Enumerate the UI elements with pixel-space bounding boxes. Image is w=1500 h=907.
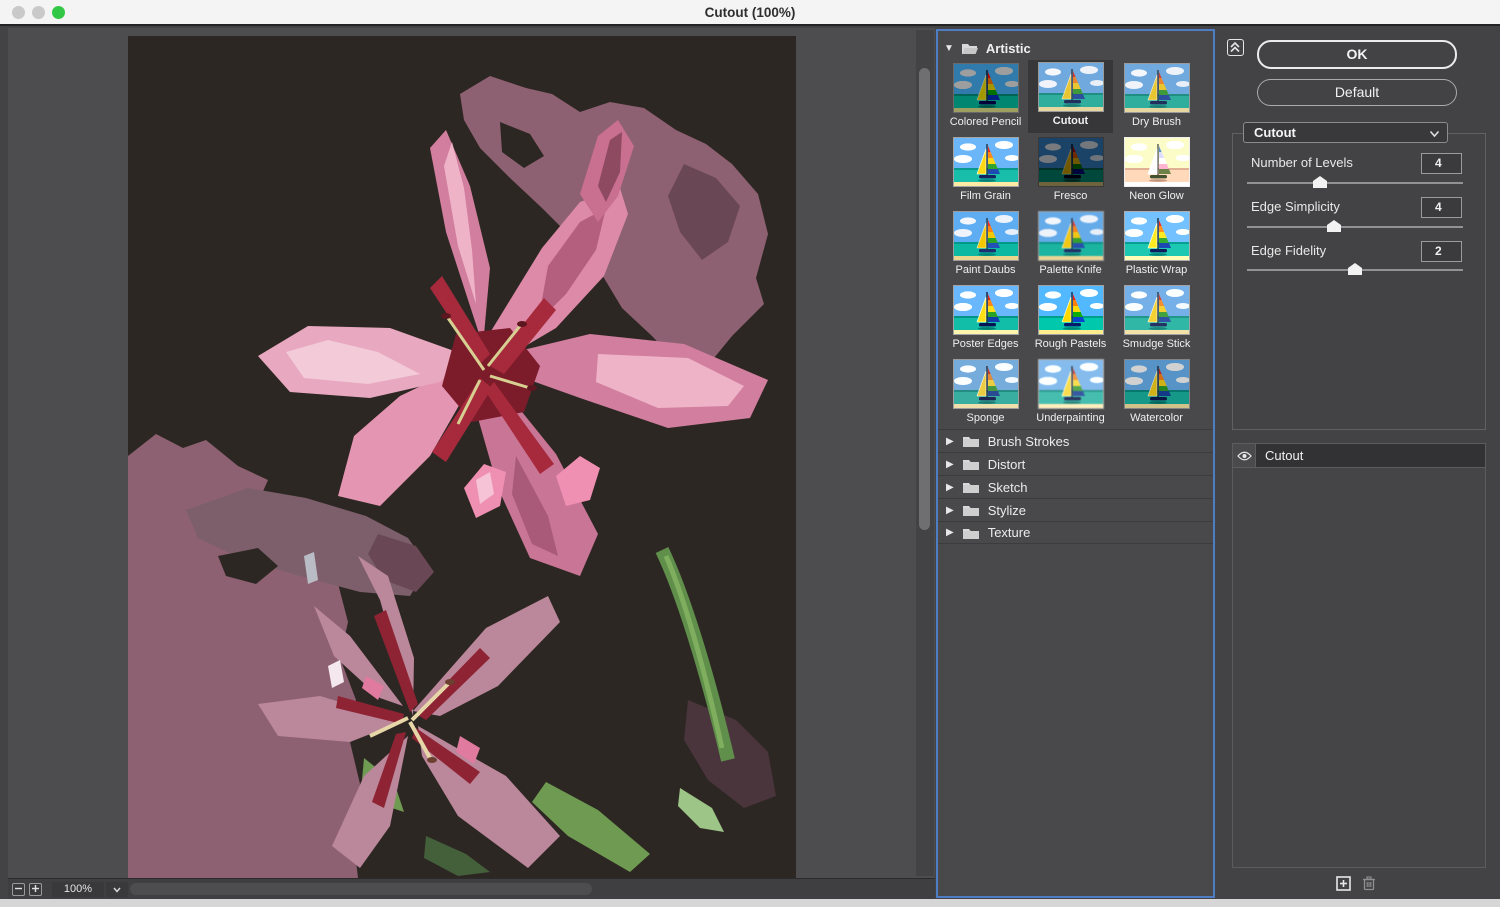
plus-square-icon [1336,876,1351,891]
number-of-levels-slider[interactable] [1247,182,1463,184]
filter-thumbnail-underpainting[interactable]: Underpainting [1028,357,1113,430]
chevron-right-icon: ▶ [946,527,954,538]
zoom-out-button[interactable] [12,883,25,896]
preview-status-bar: 100% [8,878,935,899]
number-of-levels-value[interactable]: 4 [1421,153,1462,174]
filter-thumbnail-image [1038,211,1104,261]
ok-button[interactable]: OK [1257,40,1457,69]
filter-thumbnail-smudge-stick[interactable]: Smudge Stick [1114,283,1199,356]
collapse-panel-button[interactable] [1227,39,1244,56]
category-brush-strokes[interactable]: ▶ Brush Strokes [938,429,1213,452]
filter-thumbnail-image [953,211,1019,261]
zoom-level-value[interactable]: 100% [52,882,104,897]
filter-thumbnail-image [1038,137,1104,187]
title-bar: Cutout (100%) [0,0,1500,26]
filter-thumbnail-colored-pencil[interactable]: Colored Pencil [943,61,1028,134]
filter-thumbnail-image [953,359,1019,409]
edge-simplicity-slider[interactable] [1247,226,1463,228]
filter-thumbnail-paint-daubs[interactable]: Paint Daubs [943,209,1028,282]
zoom-level-dropdown[interactable] [106,882,128,897]
chevron-down-icon [106,882,128,897]
filter-settings-groupbox [1232,133,1486,430]
category-stylize[interactable]: ▶ Stylize [938,498,1213,521]
folder-icon [962,503,980,517]
chevron-down-icon [1429,130,1440,138]
filter-thumbnail-image [1124,211,1190,261]
filter-thumbnail-dry-brush[interactable]: Dry Brush [1114,61,1199,134]
vertical-scrollbar[interactable] [916,30,934,876]
filter-thumbnail-image [953,285,1019,335]
edge-fidelity-label: Edge Fidelity [1251,243,1326,258]
filter-thumbnail-image [1038,359,1104,409]
category-label: Artistic [986,41,1031,56]
minus-icon [14,884,23,893]
chevron-right-icon: ▶ [946,436,954,447]
layer-visibility-toggle[interactable] [1233,444,1256,468]
chevron-down-icon: ▼ [944,43,954,54]
category-sketch[interactable]: ▶ Sketch [938,475,1213,498]
filter-thumbnail-image [1124,285,1190,335]
filter-thumbnail-image [1124,137,1190,187]
trash-icon [1361,875,1377,891]
folder-icon [962,457,980,471]
edge-fidelity-value[interactable]: 2 [1421,241,1462,262]
new-effect-layer-button[interactable] [1336,876,1351,896]
horizontal-scrollbar-thumb[interactable] [130,883,592,895]
folder-icon [962,434,980,448]
filter-thumbnail-plastic-wrap[interactable]: Plastic Wrap [1114,209,1199,282]
window-bottom-edge [0,899,1500,907]
filter-thumbnail-cutout-selected[interactable]: Cutout [1028,60,1113,133]
zoom-in-button[interactable] [29,883,42,896]
edge-simplicity-label: Edge Simplicity [1251,199,1340,214]
default-button[interactable]: Default [1257,79,1457,106]
filter-thumbnail-poster-edges[interactable]: Poster Edges [943,283,1028,356]
filter-thumbnail-image [1124,63,1190,113]
filter-select-dropdown[interactable]: Cutout [1243,122,1448,143]
chevron-right-icon: ▶ [946,505,954,516]
filter-thumbnail-image [1038,62,1104,112]
category-artistic[interactable]: ▼ Artistic [944,39,1031,57]
category-texture[interactable]: ▶ Texture [938,521,1213,544]
filter-thumbnail-watercolor[interactable]: Watercolor [1114,357,1199,430]
filter-gallery-panel: ▼ Artistic Colored Pencil Cutout Dry Bru… [936,29,1215,898]
category-distort[interactable]: ▶ Distort [938,452,1213,475]
filter-thumbnail-fresco[interactable]: Fresco [1028,135,1113,208]
delete-effect-layer-button[interactable] [1361,875,1377,896]
window-title: Cutout (100%) [0,5,1500,20]
plus-icon [31,884,40,893]
filter-thumbnail-film-grain[interactable]: Film Grain [943,135,1028,208]
edge-simplicity-value[interactable]: 4 [1421,197,1462,218]
filter-thumbnail-image [953,137,1019,187]
folder-open-icon [961,41,979,55]
number-of-levels-label: Number of Levels [1251,155,1353,170]
filter-thumbnail-sponge[interactable]: Sponge [943,357,1028,430]
filter-thumbnail-image [1124,359,1190,409]
eye-icon [1237,451,1252,461]
vertical-scrollbar-thumb[interactable] [919,68,930,530]
filter-thumbnail-rough-pastels[interactable]: Rough Pastels [1028,283,1113,356]
effect-layer-row[interactable]: Cutout [1256,444,1485,468]
chevron-right-icon: ▶ [946,459,954,470]
filter-select-value: Cutout [1254,125,1296,140]
chevron-right-icon: ▶ [946,482,954,493]
filter-thumbnail-image [1038,285,1104,335]
preview-pane: 100% [8,28,935,899]
folder-icon [962,526,980,540]
filter-thumbnail-image [953,63,1019,113]
folder-icon [962,480,980,494]
filter-thumbnail-palette-knife[interactable]: Palette Knife [1028,209,1113,282]
double-chevron-up-icon [1228,40,1242,54]
preview-image[interactable] [128,36,796,878]
filter-thumbnail-neon-glow[interactable]: Neon Glow [1114,135,1199,208]
effect-layers-panel: Cutout [1232,443,1486,868]
cutout-flower-art [128,36,796,878]
